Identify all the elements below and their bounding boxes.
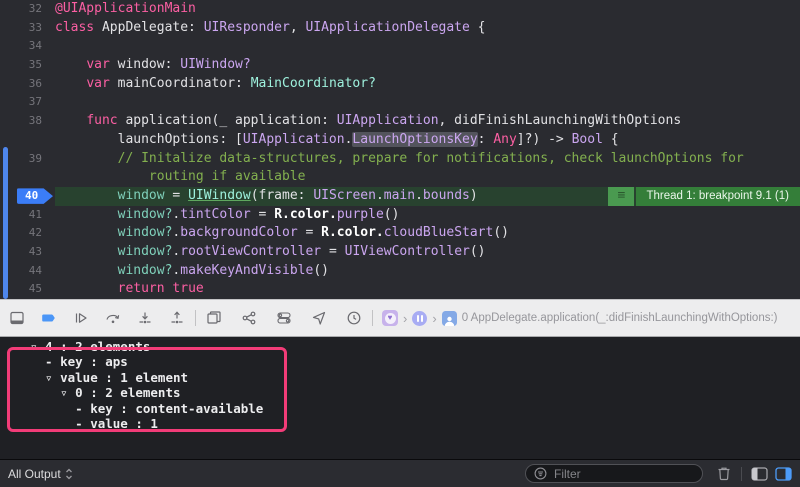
code-line[interactable]: 41 window?.tintColor = R.color.purple() — [0, 206, 800, 225]
console-line: ▿ 0 : 2 elements — [30, 385, 800, 400]
code-text — [55, 37, 800, 56]
code-line[interactable]: 34 — [0, 37, 800, 56]
step-out-button[interactable] — [168, 309, 186, 327]
console-output: ▿ 4 : 2 elements - key : aps ▿ value : 1… — [0, 337, 800, 431]
line-number-gutter[interactable]: 35 — [0, 56, 55, 75]
code-text: // Initalize data-structures, prepare fo… — [55, 150, 800, 169]
code-text: var mainCoordinator: MainCoordinator? — [55, 75, 800, 94]
thread-breakpoint-label: Thread 1: breakpoint 9.1 (1) — [636, 187, 800, 206]
code-line[interactable]: routing if available — [0, 168, 800, 187]
code-text: return true — [55, 280, 800, 299]
chevron-right-icon: › — [403, 312, 407, 325]
code-line[interactable]: 45 return true — [0, 280, 800, 299]
line-number-gutter[interactable]: 40 — [0, 187, 55, 206]
code-line[interactable]: 38 func application(_ application: UIApp… — [0, 112, 800, 131]
toolbar-separator — [195, 310, 196, 326]
thread-breakpoint-badge[interactable]: ≡Thread 1: breakpoint 9.1 (1) — [608, 187, 800, 206]
code-text: window?.rootViewController = UIViewContr… — [55, 243, 800, 262]
debug-breadcrumb: ♥ › › 0 AppDelegate.application(_:didFin… — [382, 310, 778, 326]
paused-thread-icon[interactable] — [412, 311, 427, 326]
stack-frame-label[interactable]: 0 AppDelegate.application(_:didFinishLau… — [462, 312, 778, 324]
breakpoint-menu-icon[interactable]: ≡ — [608, 187, 634, 206]
output-scope-label: All Output — [8, 467, 61, 481]
code-line[interactable]: 44 window?.makeKeyAndVisible() — [0, 262, 800, 281]
source-editor[interactable]: 32@UIApplicationMain33class AppDelegate:… — [0, 0, 800, 299]
line-number-gutter[interactable]: 34 — [0, 37, 55, 56]
debug-inspect-controls — [205, 309, 363, 327]
code-text: window?.tintColor = R.color.purple() — [55, 206, 800, 225]
code-line[interactable]: 35 var window: UIWindow? — [0, 56, 800, 75]
code-text: routing if available — [55, 168, 800, 187]
line-number-gutter[interactable]: 41 — [0, 206, 55, 225]
line-number-gutter[interactable]: 37 — [0, 93, 55, 112]
line-number-gutter[interactable]: 33 — [0, 19, 55, 38]
code-lines: 32@UIApplicationMain33class AppDelegate:… — [0, 0, 800, 299]
console-line: ▿ value : 1 element — [30, 370, 800, 385]
toolbar-separator — [372, 310, 373, 326]
code-line[interactable]: 32@UIApplicationMain — [0, 0, 800, 19]
debug-toolbar: ♥ › › 0 AppDelegate.application(_:didFin… — [0, 299, 800, 337]
code-text: window?.backgroundColor = R.color.cloudB… — [55, 224, 800, 243]
scope-arrows-icon — [65, 467, 73, 481]
filter-icon — [534, 467, 547, 480]
code-line[interactable]: 43 window?.rootViewController = UIViewCo… — [0, 243, 800, 262]
console-line: - value : 1 — [30, 416, 800, 431]
change-ribbon — [3, 147, 8, 299]
console-bottom-bar: All Output — [0, 459, 800, 487]
console-line: ▿ 4 : 2 elements — [30, 339, 800, 354]
bottom-bar-separator — [741, 467, 742, 481]
app-icon[interactable]: ♥ — [382, 310, 398, 326]
breakpoints-toggle-icon[interactable] — [40, 309, 58, 327]
line-number-gutter[interactable] — [0, 168, 55, 187]
code-line[interactable]: 36 var mainCoordinator: MainCoordinator? — [0, 75, 800, 94]
line-number-gutter[interactable]: 36 — [0, 75, 55, 94]
step-into-button[interactable] — [136, 309, 154, 327]
filter-input[interactable] — [552, 466, 694, 482]
breakpoint-arrow[interactable]: 40 — [17, 188, 53, 204]
filter-field[interactable] — [525, 464, 703, 483]
code-text: func application(_ application: UIApplic… — [55, 112, 800, 131]
simulate-location-icon[interactable] — [310, 309, 328, 327]
code-text: class AppDelegate: UIResponder, UIApplic… — [55, 19, 800, 38]
code-line[interactable]: launchOptions: [UIApplication.LaunchOpti… — [0, 131, 800, 150]
environment-overrides-icon[interactable] — [275, 309, 293, 327]
line-number-gutter[interactable]: 44 — [0, 262, 55, 281]
line-number-gutter[interactable]: 39 — [0, 150, 55, 169]
debug-controls — [8, 309, 186, 327]
timeline-clock-icon[interactable] — [345, 309, 363, 327]
code-text — [55, 93, 800, 112]
code-text: window?.makeKeyAndVisible() — [55, 262, 800, 281]
stack-frame-icon[interactable] — [442, 311, 457, 326]
code-line[interactable]: 33class AppDelegate: UIResponder, UIAppl… — [0, 19, 800, 38]
show-console-view-toggle[interactable] — [775, 467, 792, 481]
code-line[interactable]: 37 — [0, 93, 800, 112]
show-variables-view-toggle[interactable] — [751, 467, 768, 481]
line-number-gutter[interactable]: 38 — [0, 112, 55, 131]
line-number-gutter[interactable] — [0, 131, 55, 150]
heart-icon: ♥ — [385, 313, 396, 324]
code-line[interactable]: 42 window?.backgroundColor = R.color.clo… — [0, 224, 800, 243]
view-hierarchy-icon[interactable] — [205, 309, 223, 327]
code-text: @UIApplicationMain — [55, 0, 800, 19]
console-line: - key : content-available — [30, 401, 800, 416]
clear-console-trash-icon[interactable] — [716, 465, 732, 482]
code-text: launchOptions: [UIApplication.LaunchOpti… — [55, 131, 800, 150]
line-number-gutter[interactable]: 42 — [0, 224, 55, 243]
line-number-gutter[interactable]: 43 — [0, 243, 55, 262]
line-number-gutter[interactable]: 45 — [0, 280, 55, 299]
console-line: - key : aps — [30, 354, 800, 369]
hide-debug-area-icon[interactable] — [8, 309, 26, 327]
output-scope-selector[interactable]: All Output — [8, 467, 73, 481]
xcode-debug-window: 32@UIApplicationMain33class AppDelegate:… — [0, 0, 800, 487]
code-line[interactable]: 39 // Initalize data-structures, prepare… — [0, 150, 800, 169]
step-over-button[interactable] — [104, 309, 122, 327]
continue-button[interactable] — [72, 309, 90, 327]
debug-console[interactable]: ▿ 4 : 2 elements - key : aps ▿ value : 1… — [0, 337, 800, 459]
memory-graph-icon[interactable] — [240, 309, 258, 327]
line-number-gutter[interactable]: 32 — [0, 0, 55, 19]
code-text: var window: UIWindow? — [55, 56, 800, 75]
code-line-current[interactable]: 40 window = UIWindow(frame: UIScreen.mai… — [0, 187, 800, 206]
chevron-right-icon: › — [432, 312, 436, 325]
